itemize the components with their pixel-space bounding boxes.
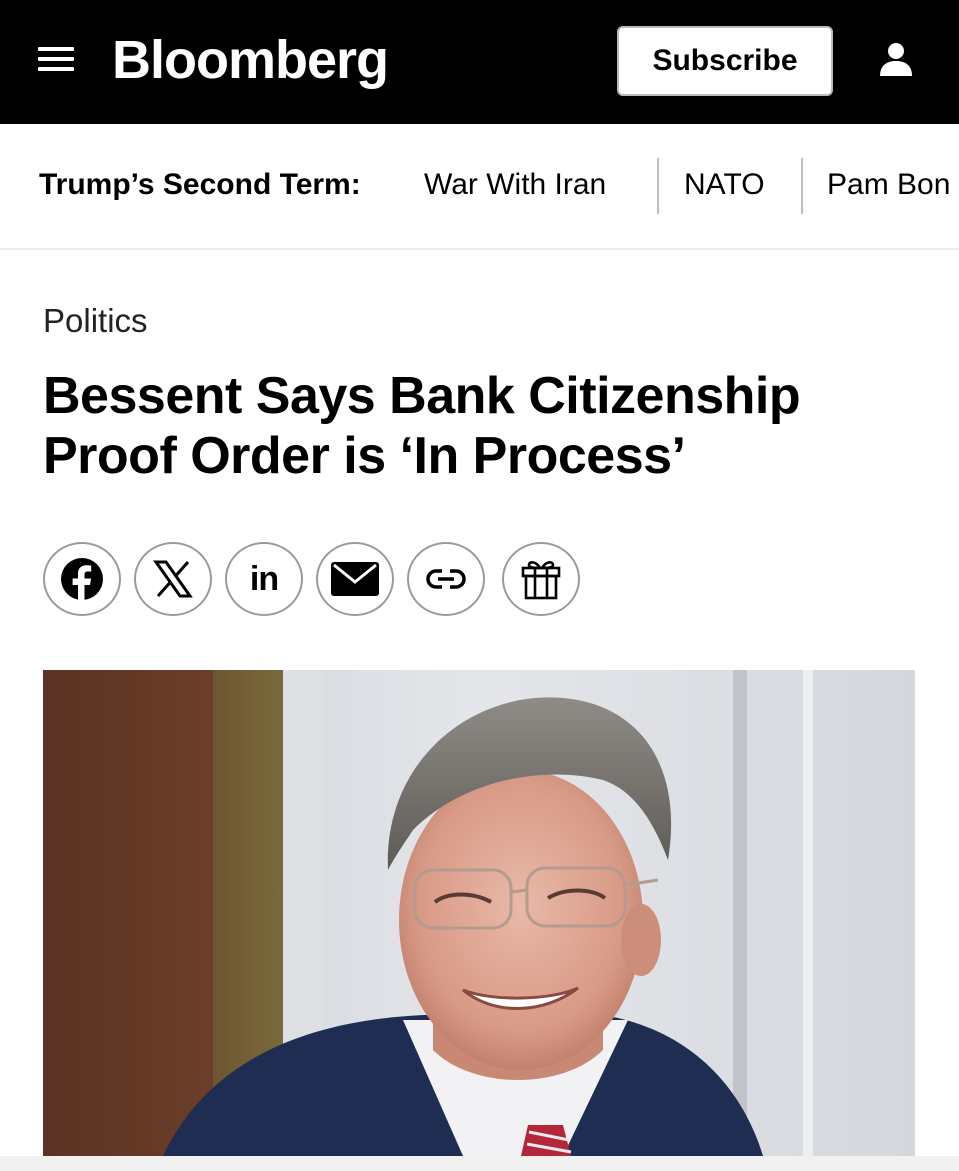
x-icon [153, 560, 193, 598]
bloomberg-logo[interactable]: Bloomberg [112, 22, 389, 98]
nav-divider [801, 158, 803, 214]
share-email-button[interactable] [316, 542, 394, 616]
nav-topic-title: Trump’s Second Term: [39, 168, 361, 201]
link-icon [426, 569, 466, 589]
copy-link-button[interactable] [407, 542, 485, 616]
share-linkedin-button[interactable]: in [225, 542, 303, 616]
bottom-edge [0, 1156, 959, 1171]
gift-article-button[interactable] [502, 542, 580, 616]
gift-icon [521, 561, 561, 600]
facebook-icon [61, 558, 103, 602]
article-hero-photo [43, 670, 915, 1156]
email-icon [331, 562, 379, 596]
nav-divider [657, 158, 659, 214]
share-x-button[interactable] [134, 542, 212, 616]
headline-line-1: Bessent Says Bank Citizenship [43, 367, 801, 425]
share-facebook-button[interactable] [43, 542, 121, 616]
user-account-icon[interactable] [876, 40, 916, 80]
article-headline: Bessent Says Bank Citizenship Proof Orde… [43, 366, 943, 486]
headline-line-2: Proof Order is ‘In Process’ [43, 427, 686, 485]
section-label[interactable]: Politics [43, 302, 148, 340]
hamburger-menu-icon[interactable] [38, 47, 74, 77]
nav-item-war-with-iran[interactable]: War With Iran [424, 168, 606, 202]
linkedin-icon: in [249, 559, 279, 598]
nav-item-nato[interactable]: NATO [684, 168, 765, 202]
subscribe-button[interactable]: Subscribe [617, 26, 833, 96]
nav-item-pam-bondi[interactable]: Pam Bon [827, 168, 950, 202]
top-header: Bloomberg Subscribe [0, 0, 959, 124]
